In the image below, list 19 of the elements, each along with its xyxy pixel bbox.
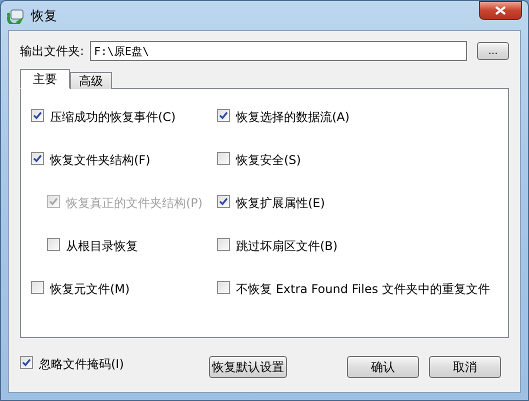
checkbox-option[interactable]: 恢复文件夹结构(F) [31, 152, 217, 195]
tab[interactable]: 主要 [20, 69, 70, 89]
browse-button[interactable]: ... [477, 42, 509, 60]
checkbox-option[interactable]: 不恢复 Extra Found Files 文件夹中的重复文件 [217, 281, 508, 324]
checkbox-option[interactable]: 恢复元文件(M) [31, 281, 217, 324]
dialog-button[interactable]: 确认 [347, 356, 419, 378]
checkbox-option[interactable]: 恢复安全(S) [217, 152, 508, 195]
field-label: 输出文件夹: [20, 42, 84, 60]
checkbox-option[interactable]: 压缩成功的恢复事件(C) [31, 109, 217, 152]
checkbox-option[interactable]: 从根目录恢复 [31, 238, 217, 281]
dialog-button[interactable]: 取消 [429, 356, 501, 378]
checkbox-option[interactable]: 恢复扩展属性(E) [217, 195, 508, 238]
window-title: 恢复 [31, 8, 58, 24]
checkbox-option[interactable]: 恢复选择的数据流(A) [217, 109, 508, 152]
dialog-button[interactable]: 恢复默认设置 [209, 356, 287, 378]
checkbox-option[interactable]: 忽略文件掩码(I) [20, 356, 209, 399]
input-field[interactable]: F:\原E盘\ [90, 41, 467, 61]
tab[interactable]: 高级 [70, 72, 112, 89]
checkbox-option[interactable]: 跳过坏扇区文件(B) [217, 238, 508, 281]
